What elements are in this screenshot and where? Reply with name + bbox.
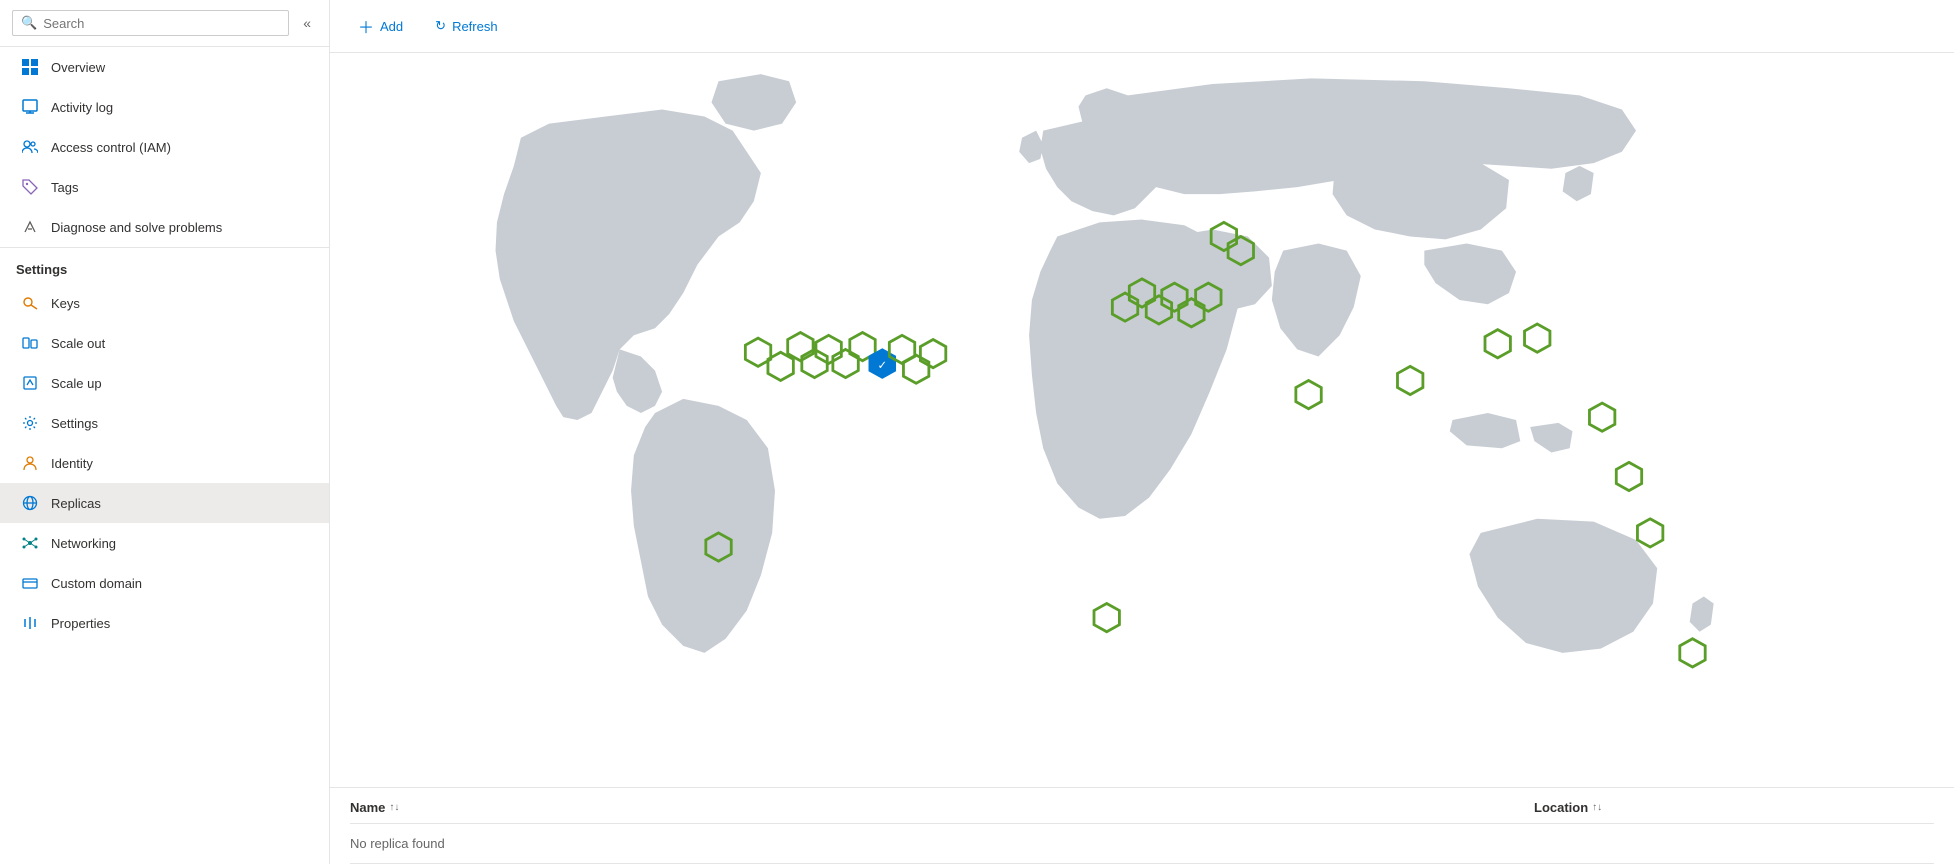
sidebar: 🔍 « Overview Activity log Access control… bbox=[0, 0, 330, 864]
name-sort-arrows: ↑↓ bbox=[389, 802, 399, 813]
settings-icon bbox=[19, 412, 41, 434]
keys-label: Keys bbox=[51, 296, 80, 311]
add-label: Add bbox=[380, 19, 403, 34]
properties-label: Properties bbox=[51, 616, 110, 631]
nav-item-tags[interactable]: Tags bbox=[0, 167, 329, 207]
keys-icon bbox=[19, 292, 41, 314]
properties-icon bbox=[19, 612, 41, 634]
identity-label: Identity bbox=[51, 456, 93, 471]
toolbar: ＋ Add ↻ Refresh bbox=[330, 0, 1954, 53]
activity-log-label: Activity log bbox=[51, 100, 113, 115]
nav-item-properties[interactable]: Properties bbox=[0, 603, 329, 643]
scale-out-label: Scale out bbox=[51, 336, 105, 351]
networking-icon bbox=[19, 532, 41, 554]
search-input[interactable] bbox=[43, 16, 280, 31]
col-location-label: Location bbox=[1534, 800, 1588, 815]
settings-label: Settings bbox=[51, 416, 98, 431]
col-name-header[interactable]: Name ↑↓ bbox=[350, 800, 1534, 815]
svg-text:✓: ✓ bbox=[878, 360, 887, 372]
settings-section-label: Settings bbox=[0, 247, 329, 283]
location-sort-arrows: ↑↓ bbox=[1592, 802, 1602, 813]
nav-item-scale-up[interactable]: Scale up bbox=[0, 363, 329, 403]
search-row: 🔍 « bbox=[0, 0, 329, 47]
identity-icon bbox=[19, 452, 41, 474]
nav-item-overview[interactable]: Overview bbox=[0, 47, 329, 87]
nav-item-keys[interactable]: Keys bbox=[0, 283, 329, 323]
replicas-icon bbox=[19, 492, 41, 514]
replicas-label: Replicas bbox=[51, 496, 101, 511]
search-box[interactable]: 🔍 bbox=[12, 10, 289, 36]
col-name-label: Name bbox=[350, 800, 385, 815]
search-icon: 🔍 bbox=[21, 15, 37, 31]
tags-label: Tags bbox=[51, 180, 78, 195]
overview-icon bbox=[19, 56, 41, 78]
nav-item-access-control[interactable]: Access control (IAM) bbox=[0, 127, 329, 167]
nav-item-identity[interactable]: Identity bbox=[0, 443, 329, 483]
diagnose-icon bbox=[19, 216, 41, 238]
access-control-label: Access control (IAM) bbox=[51, 140, 171, 155]
world-map-container: ✓ bbox=[330, 53, 1954, 787]
tags-icon bbox=[19, 176, 41, 198]
access-control-icon bbox=[19, 136, 41, 158]
empty-state-message: No replica found bbox=[350, 824, 1934, 863]
main-content: ＋ Add ↻ Refresh bbox=[330, 0, 1954, 864]
activity-log-icon bbox=[19, 96, 41, 118]
scale-up-label: Scale up bbox=[51, 376, 102, 391]
table-area: Name ↑↓ Location ↑↓ No replica found bbox=[330, 787, 1954, 864]
col-location-header[interactable]: Location ↑↓ bbox=[1534, 800, 1934, 815]
custom-domain-icon bbox=[19, 572, 41, 594]
nav-item-networking[interactable]: Networking bbox=[0, 523, 329, 563]
nav-item-scale-out[interactable]: Scale out bbox=[0, 323, 329, 363]
refresh-label: Refresh bbox=[452, 19, 498, 34]
scale-up-icon bbox=[19, 372, 41, 394]
nav-item-settings[interactable]: Settings bbox=[0, 403, 329, 443]
custom-domain-label: Custom domain bbox=[51, 576, 142, 591]
world-map-svg: ✓ bbox=[330, 53, 1954, 787]
diagnose-label: Diagnose and solve problems bbox=[51, 220, 222, 235]
nav-item-replicas[interactable]: Replicas bbox=[0, 483, 329, 523]
nav-item-activity-log[interactable]: Activity log bbox=[0, 87, 329, 127]
scale-out-icon bbox=[19, 332, 41, 354]
nav-item-custom-domain[interactable]: Custom domain bbox=[0, 563, 329, 603]
overview-label: Overview bbox=[51, 60, 105, 75]
table-header: Name ↑↓ Location ↑↓ bbox=[350, 788, 1934, 824]
refresh-button[interactable]: ↻ Refresh bbox=[427, 14, 505, 38]
add-button[interactable]: ＋ Add bbox=[350, 10, 411, 42]
refresh-icon: ↻ bbox=[435, 18, 446, 34]
add-icon: ＋ bbox=[358, 14, 374, 38]
collapse-button[interactable]: « bbox=[297, 13, 317, 33]
nav-item-diagnose[interactable]: Diagnose and solve problems bbox=[0, 207, 329, 247]
networking-label: Networking bbox=[51, 536, 116, 551]
